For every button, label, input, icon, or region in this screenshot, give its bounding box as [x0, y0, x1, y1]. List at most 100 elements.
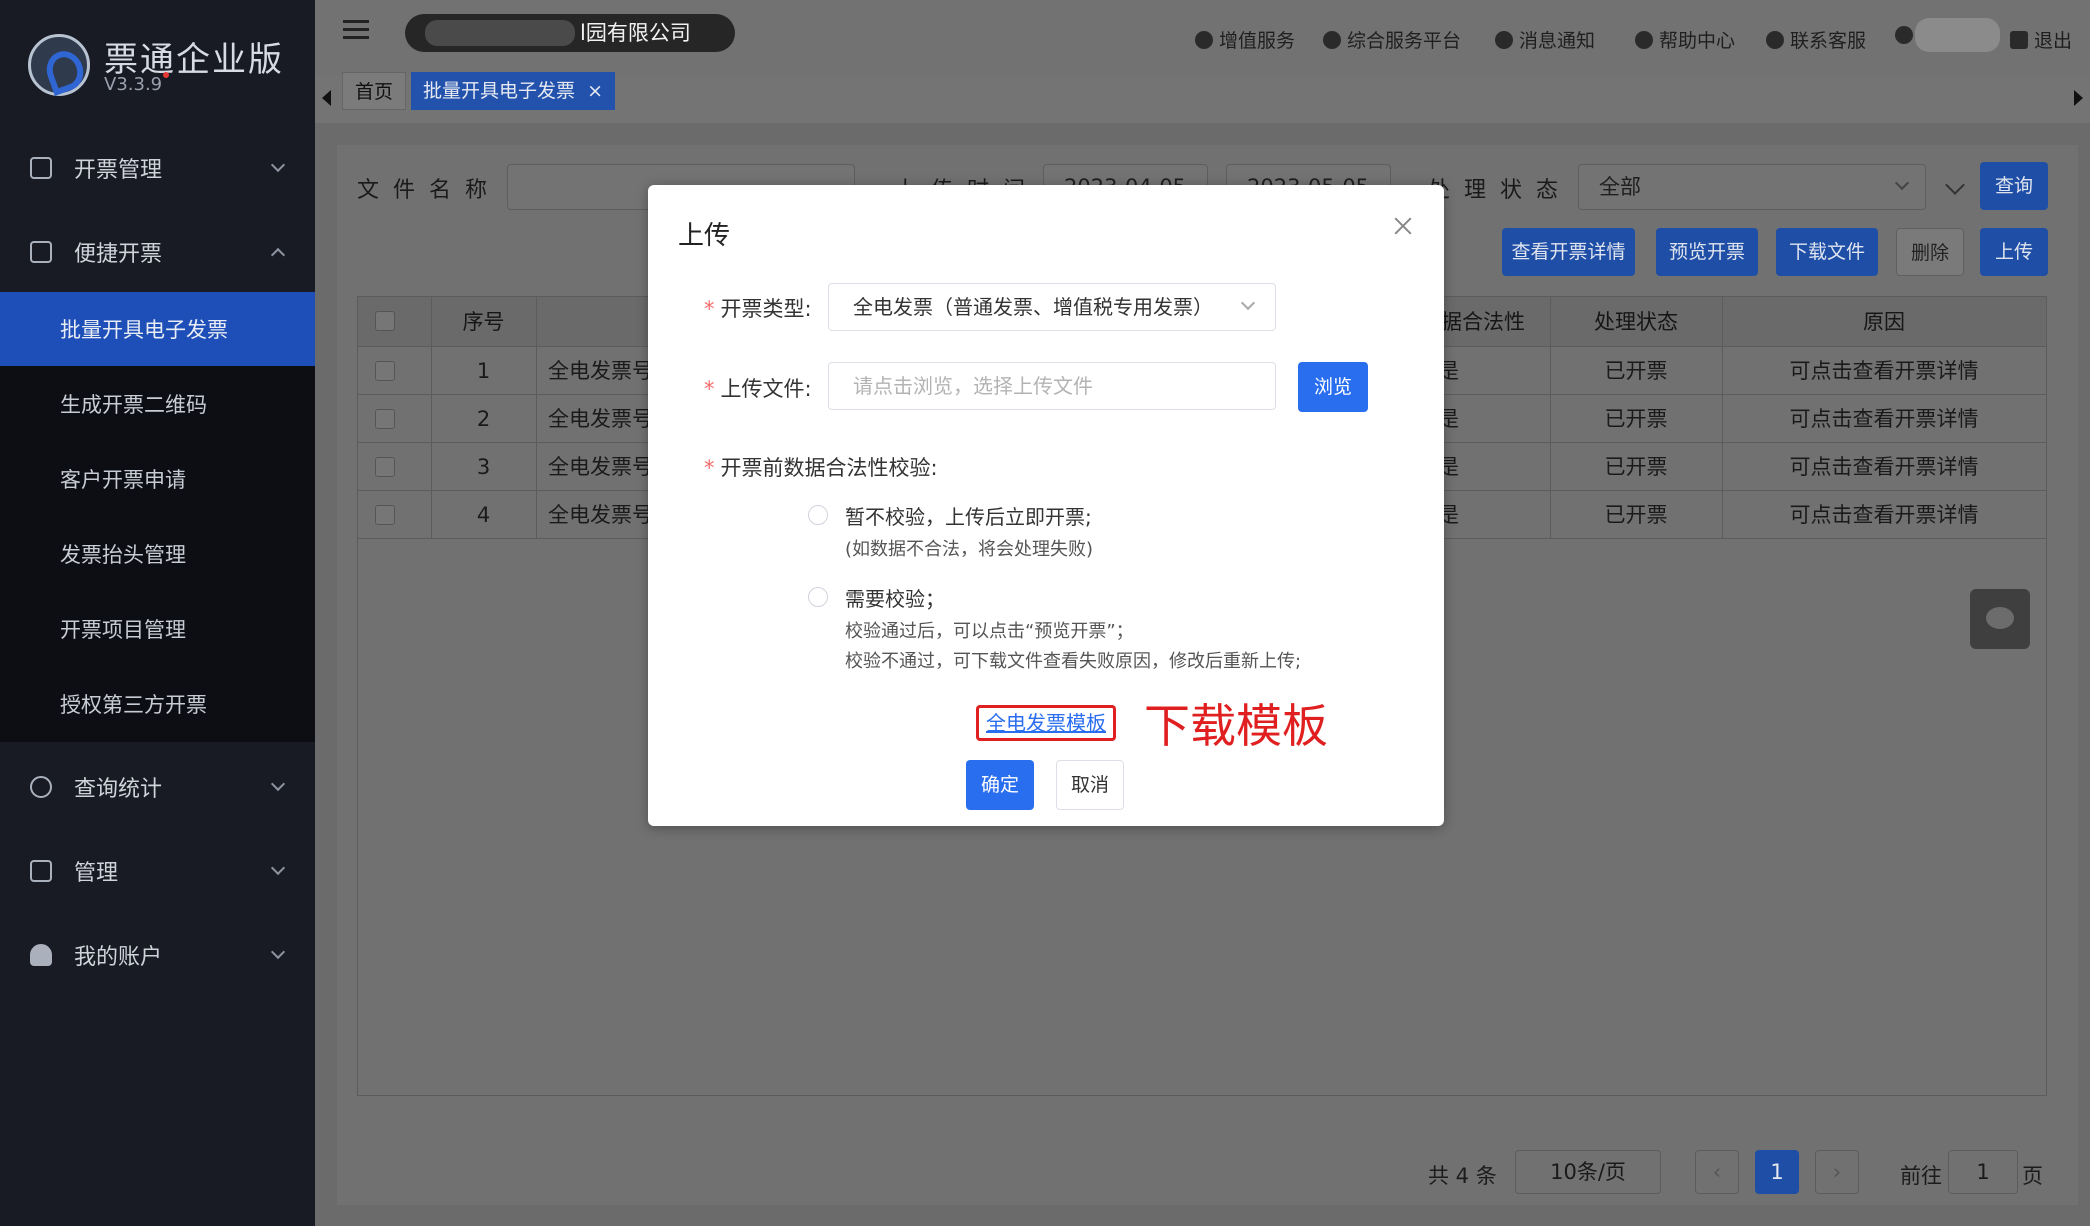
submenu-qrcode[interactable]: 生成开票二维码	[0, 367, 315, 441]
upload-file-label: * 上传文件:	[704, 373, 812, 403]
column-index: 序号	[462, 310, 505, 334]
need-validation-radio[interactable]	[808, 587, 828, 607]
nav-logout[interactable]: 退出	[2010, 26, 2072, 53]
chevron-down-icon	[1240, 295, 1256, 311]
page-1-button[interactable]: 1	[1755, 1150, 1799, 1194]
cell-index: 1	[476, 359, 491, 383]
download-template-annotation: 下载模板	[1144, 699, 1328, 753]
select-value: 全电发票（普通发票、增值税专用发票）	[853, 295, 1213, 319]
no-validation-note: (如数据不合法，将会处理失败)	[845, 539, 1094, 560]
nav-value-added[interactable]: 增值服务	[1195, 26, 1295, 53]
brand-version: V3.3.9	[104, 74, 163, 95]
upload-button[interactable]: 上传	[1980, 228, 2048, 276]
support-float-icon[interactable]	[1970, 589, 2030, 649]
chevron-up-icon	[270, 247, 286, 263]
tab-scroll-right-icon[interactable]	[2074, 90, 2083, 106]
menu-quick-invoice[interactable]: 便捷开票	[0, 212, 315, 292]
browse-button[interactable]: 浏览	[1298, 362, 1368, 412]
template-download-link[interactable]: 全电发票模板	[976, 705, 1116, 741]
required-asterisk: *	[704, 377, 715, 401]
company-selector[interactable]: l园有限公司	[405, 14, 735, 52]
menu-label: 管理	[74, 861, 119, 886]
no-validation-text[interactable]: 暂不校验，上传后立即开票;	[845, 501, 1092, 530]
row-checkbox[interactable]	[375, 361, 395, 381]
close-icon[interactable]: ×	[587, 80, 603, 102]
menu-my-account[interactable]: 我的账户	[0, 915, 315, 995]
submenu-quick-invoice: 批量开具电子发票 生成开票二维码 客户开票申请 发票抬头管理 开票项目管理 授权…	[0, 292, 315, 742]
cell-reason: 可点击查看开票详情	[1789, 407, 1979, 431]
nav-notifications[interactable]: 消息通知	[1495, 26, 1595, 53]
status-select-value: 全部	[1599, 175, 1641, 199]
label-text: 开票类型:	[720, 297, 812, 321]
goto-page-input[interactable]: 1	[1948, 1150, 2018, 1194]
menu-query-stats[interactable]: 查询统计	[0, 747, 315, 827]
invoice-type-select[interactable]: 全电发票（普通发票、增值税专用发票）	[828, 283, 1276, 331]
chevron-down-icon	[270, 944, 286, 960]
row-checkbox[interactable]	[375, 505, 395, 525]
info-icon	[1635, 30, 1653, 49]
query-button[interactable]: 查询	[1980, 162, 2048, 210]
logout-icon	[2010, 30, 2028, 49]
menu-management[interactable]: 管理	[0, 831, 315, 911]
platform-icon	[1323, 30, 1341, 49]
submenu-customer-request[interactable]: 客户开票申请	[0, 442, 315, 516]
nav-service-platform[interactable]: 综合服务平台	[1323, 26, 1461, 53]
submenu-invoice-title[interactable]: 发票抬头管理	[0, 517, 315, 591]
tab-home[interactable]: 首页	[342, 72, 407, 110]
page-size-select[interactable]: 10条/页	[1515, 1150, 1661, 1194]
pagination-total: 共 4 条	[1428, 1164, 1497, 1188]
view-invoice-details-button[interactable]: 查看开票详情	[1502, 228, 1635, 276]
brand-logo-icon	[28, 34, 90, 96]
cell-legality: 是	[1438, 455, 1459, 479]
update-dot-icon	[163, 72, 169, 78]
speaker-icon	[1495, 30, 1513, 49]
nav-help-center[interactable]: 帮助中心	[1635, 26, 1735, 53]
need-validation-text[interactable]: 需要校验；	[845, 583, 945, 612]
select-all-checkbox[interactable]	[375, 311, 395, 331]
cell-status: 已开票	[1604, 455, 1668, 479]
company-name: l园有限公司	[580, 21, 691, 45]
preview-invoice-button[interactable]: 预览开票	[1656, 228, 1758, 276]
cell-legality: 是	[1438, 359, 1459, 383]
submenu-third-party[interactable]: 授权第三方开票	[0, 667, 315, 741]
grid-icon	[30, 860, 52, 882]
upload-dialog: 上传 * 开票类型: 全电发票（普通发票、增值税专用发票） * 上传文件: 请点击浏…	[648, 185, 1444, 826]
status-select[interactable]: 全部	[1578, 164, 1926, 210]
row-checkbox[interactable]	[375, 409, 395, 429]
tag-icon	[30, 157, 52, 179]
cell-index: 3	[476, 455, 491, 479]
cell-status: 已开票	[1604, 503, 1668, 527]
sidebar: 票通企业版 V3.3.9 开票管理 便捷开票 批量开具电子发票 生成开票二维码 …	[0, 0, 315, 1226]
nav-label: 综合服务平台	[1347, 30, 1462, 52]
prev-page-button[interactable]: ‹	[1695, 1150, 1739, 1194]
page-unit-label: 页	[2022, 1164, 2043, 1188]
submenu-batch-invoice[interactable]: 批量开具电子发票	[0, 292, 315, 366]
cell-index: 2	[476, 407, 491, 431]
chevron-down-icon	[270, 157, 286, 173]
nav-label: 帮助中心	[1659, 30, 1736, 52]
tab-scroll-left-icon[interactable]	[322, 90, 331, 106]
next-page-button[interactable]: ›	[1815, 1150, 1859, 1194]
upload-file-input[interactable]: 请点击浏览，选择上传文件	[828, 362, 1276, 410]
cell-status: 已开票	[1604, 359, 1668, 383]
filter-status-label: 处理状态	[1428, 178, 1573, 203]
no-validation-radio[interactable]	[808, 505, 828, 525]
tab-batch-invoice[interactable]: 批量开具电子发票 ×	[411, 72, 615, 110]
menu-invoice-management[interactable]: 开票管理	[0, 128, 315, 208]
close-icon[interactable]	[1392, 215, 1414, 237]
menu-label: 我的账户	[74, 945, 163, 970]
menu-label: 查询统计	[74, 777, 163, 802]
nav-contact-support[interactable]: 联系客服	[1766, 26, 1866, 53]
company-name-redacted	[425, 20, 575, 46]
row-checkbox[interactable]	[375, 457, 395, 477]
top-header: l园有限公司 增值服务 综合服务平台 消息通知 帮助中心 联系客服 退出	[315, 0, 2090, 75]
confirm-button[interactable]: 确定	[966, 760, 1034, 810]
cancel-button[interactable]: 取消	[1056, 760, 1124, 810]
submenu-invoice-items[interactable]: 开票项目管理	[0, 592, 315, 666]
download-file-button[interactable]: 下载文件	[1776, 228, 1878, 276]
nav-label: 联系客服	[1790, 30, 1867, 52]
cell-status: 已开票	[1604, 407, 1668, 431]
label-text: 开票前数据合法性校验:	[720, 456, 938, 480]
menu-toggle-icon[interactable]	[343, 20, 369, 42]
delete-button[interactable]: 删除	[1896, 228, 1964, 276]
